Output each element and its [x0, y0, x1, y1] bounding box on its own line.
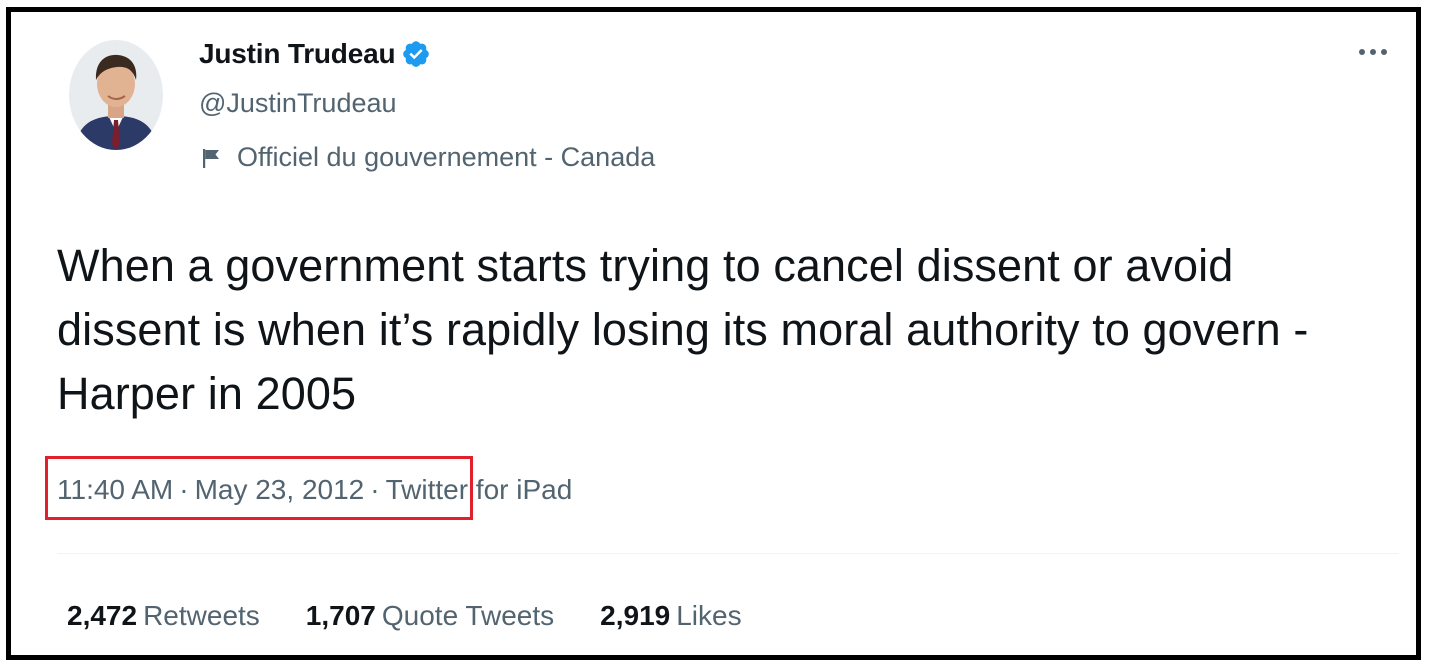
tweet-source[interactable]: Twitter for iPad — [386, 474, 573, 506]
author-display-name[interactable]: Justin Trudeau — [199, 38, 396, 70]
divider — [57, 553, 1399, 554]
tweet-metadata: 11:40 AM · May 23, 2012 · Twitter for iP… — [57, 474, 572, 506]
government-label[interactable]: Officiel du gouvernement - Canada — [199, 142, 655, 173]
tweet-date[interactable]: May 23, 2012 — [195, 474, 365, 506]
verified-badge-icon — [401, 39, 431, 69]
quote-tweets-count: 1,707 — [305, 600, 376, 631]
retweets-label: Retweets — [143, 600, 260, 631]
tweet-text: When a government starts trying to cance… — [57, 240, 1309, 419]
quote-tweets-stat[interactable]: 1,707 Quote Tweets — [306, 600, 554, 632]
quote-tweets-label: Quote Tweets — [381, 600, 555, 631]
retweets-count: 2,472 — [67, 600, 138, 631]
author-avatar[interactable] — [69, 40, 163, 150]
avatar-photo-icon — [69, 40, 163, 150]
government-label-text: Officiel du gouvernement - Canada — [237, 142, 656, 172]
tweet-card: Justin Trudeau @JustinTrudeau Officiel d… — [6, 7, 1421, 660]
author-name-row: Justin Trudeau — [199, 38, 431, 70]
likes-count: 2,919 — [600, 600, 671, 631]
likes-stat[interactable]: 2,919 Likes — [600, 600, 741, 632]
separator-dot: · — [179, 474, 189, 505]
engagement-stats: 2,472 Retweets 1,707 Quote Tweets 2,919 Lik… — [67, 600, 788, 632]
likes-label: Likes — [676, 600, 742, 631]
author-handle[interactable]: @JustinTrudeau — [199, 88, 397, 119]
more-options-icon[interactable] — [1355, 34, 1391, 70]
separator-dot: · — [370, 474, 380, 505]
tweet-time[interactable]: 11:40 AM — [57, 474, 173, 506]
government-flag-icon — [199, 146, 223, 170]
retweets-stat[interactable]: 2,472 Retweets — [67, 600, 260, 632]
